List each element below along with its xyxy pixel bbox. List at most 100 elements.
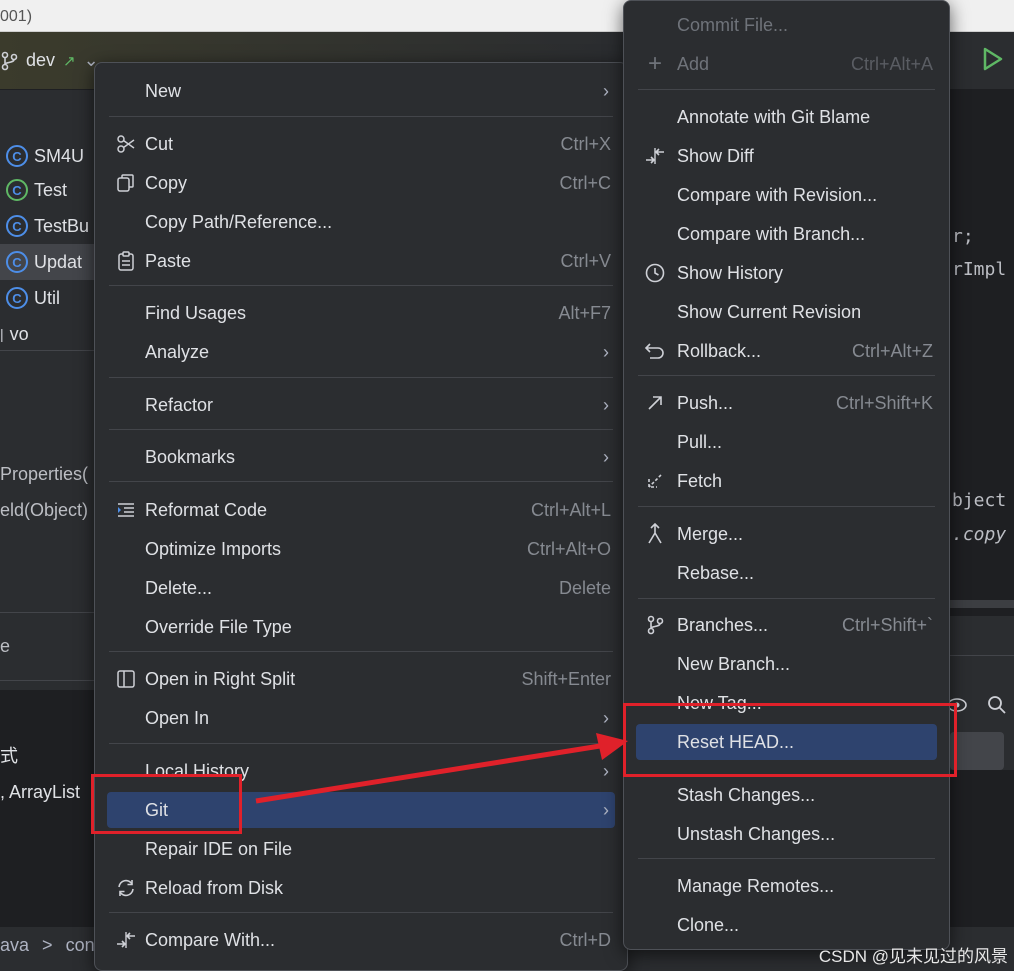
rollback-icon [644, 340, 666, 362]
git-item-push[interactable]: Push... Ctrl+Shift+K [636, 385, 937, 421]
menu-item-shortcut: Ctrl+Alt+L [530, 499, 611, 520]
menu-item-paste[interactable]: Paste Ctrl+V [107, 243, 615, 279]
branch-widget[interactable]: dev ↗ ⌄ [0, 50, 99, 71]
menu-item-label: Override File Type [145, 616, 292, 637]
git-item-manage-remotes[interactable]: Manage Remotes... [636, 868, 937, 904]
panel-label: e [0, 636, 11, 656]
git-item-commit-file[interactable]: Commit File... [636, 7, 937, 43]
git-item-show-history[interactable]: Show History [636, 255, 937, 291]
menu-item-optimize-imports[interactable]: Optimize Imports Ctrl+Alt+O [107, 531, 615, 567]
git-item-unstash-changes[interactable]: Unstash Changes... [636, 816, 937, 852]
tree-item[interactable]: C Test [6, 175, 67, 205]
menu-item-copy-path[interactable]: Copy Path/Reference... [107, 204, 615, 240]
menu-item-delete[interactable]: Delete... Delete [107, 570, 615, 606]
compare-icon [115, 929, 137, 951]
menu-item-open-in[interactable]: Open In › [107, 700, 615, 736]
structure-item[interactable]: eld(Object) [0, 500, 88, 521]
git-item-fetch[interactable]: Fetch [636, 463, 937, 499]
run-tab-label[interactable]: 式 [0, 742, 18, 768]
git-item-clone[interactable]: Clone... [636, 907, 937, 943]
git-item-branches[interactable]: Branches... Ctrl+Shift+` [636, 607, 937, 643]
menu-item-label: Merge... [677, 523, 744, 544]
breadcrumb-separator: > [42, 935, 53, 955]
tree-item[interactable]: C SM4U [6, 141, 84, 171]
menu-separator [109, 912, 613, 913]
menu-item-label: Find Usages [145, 302, 247, 323]
git-item-annotate[interactable]: Annotate with Git Blame [636, 99, 937, 135]
menu-item-repair-ide[interactable]: Repair IDE on File [107, 831, 615, 867]
menu-item-label: Annotate with Git Blame [677, 106, 871, 127]
search-icon[interactable] [986, 694, 1008, 716]
menu-item-cut[interactable]: Cut Ctrl+X [107, 126, 615, 162]
git-item-rollback[interactable]: Rollback... Ctrl+Alt+Z [636, 333, 937, 369]
run-panel-header [950, 616, 1014, 656]
run-icon[interactable] [982, 46, 1004, 72]
tree-item-label: Test [34, 179, 68, 200]
menu-item-shortcut: Ctrl+D [559, 929, 611, 950]
menu-item-override-file-type[interactable]: Override File Type [107, 609, 615, 645]
menu-separator [638, 375, 935, 376]
tree-item-label: vo [9, 323, 29, 344]
tree-item-label: Util [34, 287, 60, 308]
menu-separator [109, 651, 613, 652]
git-item-add[interactable]: + Add Ctrl+Alt+A [636, 46, 937, 82]
menu-item-label: Open In [145, 707, 210, 728]
tree-item[interactable]: C Util [6, 283, 60, 313]
menu-item-compare-with[interactable]: Compare With... Ctrl+D [107, 922, 615, 958]
git-item-merge[interactable]: Merge... [636, 516, 937, 552]
tree-item[interactable]: C TestBu [6, 211, 89, 241]
clock-icon [644, 262, 666, 284]
chevron-right-icon: › [603, 799, 609, 820]
menu-item-shortcut: Ctrl+Alt+O [526, 538, 611, 559]
breadcrumb[interactable]: ava > con [0, 935, 95, 956]
menu-item-label: Rollback... [677, 340, 762, 361]
branch-icon [644, 614, 666, 636]
menu-item-shortcut: Ctrl+X [560, 133, 611, 154]
menu-item-shortcut: Ctrl+Shift+` [841, 614, 933, 635]
class-icon: C [6, 251, 28, 273]
menu-item-refactor[interactable]: Refactor › [107, 387, 615, 423]
watermark: CSDN @见未见过的风景 [818, 947, 1008, 966]
run-tab[interactable] [950, 732, 1004, 770]
code-line: bject [952, 490, 1007, 511]
menu-item-new[interactable]: New › [107, 73, 615, 109]
menu-item-shortcut: Shift+Enter [521, 668, 611, 689]
git-item-show-diff[interactable]: Show Diff [636, 138, 937, 174]
structure-item[interactable]: Properties( [0, 464, 88, 485]
git-item-compare-branch[interactable]: Compare with Branch... [636, 216, 937, 252]
menu-separator [109, 429, 613, 430]
tree-item[interactable]: C Updat [6, 247, 82, 277]
menu-item-label: Cut [145, 133, 174, 154]
folder-icon: | [0, 326, 4, 342]
breadcrumb-item[interactable]: ava [0, 935, 29, 955]
git-item-stash-changes[interactable]: Stash Changes... [636, 777, 937, 813]
menu-item-analyze[interactable]: Analyze › [107, 334, 615, 370]
menu-item-shortcut: Ctrl+Alt+A [850, 53, 933, 74]
menu-item-label: Commit File... [677, 14, 789, 35]
divider [0, 612, 96, 613]
menu-item-label: Unstash Changes... [677, 823, 836, 844]
menu-item-reformat-code[interactable]: Reformat Code Ctrl+Alt+L [107, 492, 615, 528]
menu-item-reload-from-disk[interactable]: Reload from Disk [107, 870, 615, 906]
git-item-new-branch[interactable]: New Branch... [636, 646, 937, 682]
chevron-right-icon: › [603, 446, 609, 467]
editor-scrollbar[interactable] [950, 600, 1014, 608]
menu-item-shortcut: Ctrl+Alt+Z [851, 340, 933, 361]
git-item-rebase[interactable]: Rebase... [636, 555, 937, 591]
menu-item-find-usages[interactable]: Find Usages Alt+F7 [107, 295, 615, 331]
menu-item-bookmarks[interactable]: Bookmarks › [107, 439, 615, 475]
menu-item-open-in-right-split[interactable]: Open in Right Split Shift+Enter [107, 661, 615, 697]
git-highlight-box [91, 774, 242, 834]
code-line: .copy [952, 524, 1007, 545]
menu-item-copy[interactable]: Copy Ctrl+C [107, 165, 615, 201]
git-item-compare-revision[interactable]: Compare with Revision... [636, 177, 937, 213]
tree-item[interactable]: | vo [0, 319, 29, 349]
menu-item-label: Compare With... [145, 929, 276, 950]
breadcrumb-item[interactable]: con [66, 935, 95, 955]
git-item-show-current-revision[interactable]: Show Current Revision [636, 294, 937, 330]
menu-item-label: Push... [677, 392, 734, 413]
menu-separator [109, 481, 613, 482]
git-item-pull[interactable]: Pull... [636, 424, 937, 460]
run-panel [0, 690, 96, 930]
paste-icon [115, 250, 137, 272]
